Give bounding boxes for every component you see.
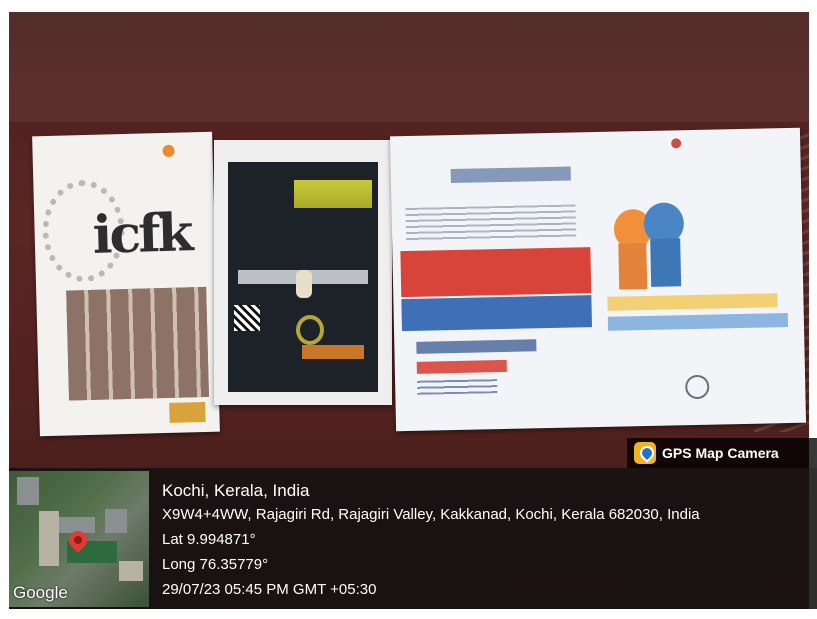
poster-logo-dot (162, 144, 175, 157)
tape-piece (296, 270, 312, 298)
location-title: Kochi, Kerala, India (162, 481, 310, 500)
poster-footer-logo (169, 401, 206, 423)
glass-reflection (9, 12, 809, 122)
toll-free-number-block (416, 359, 507, 374)
google-logo: Google (13, 583, 68, 602)
faces-collage (66, 286, 209, 401)
push-pin (671, 138, 682, 149)
icfk-poster: icfk (32, 131, 220, 437)
cartoon-body-orange (618, 242, 648, 290)
map-building (105, 509, 127, 533)
committee-members-block (405, 204, 577, 243)
welcome-slogan-block (607, 293, 778, 311)
latitude-line: Lat 9.994871° (162, 531, 256, 548)
address-line: X9W4+4WW, Rajagiri Rd, Rajagiri Valley, … (162, 506, 700, 523)
location-stamp: Google Kochi, Kerala, India X9W4+4WW, Ra… (9, 468, 817, 609)
website-block (417, 379, 498, 395)
cartoon-body-blue (650, 238, 682, 287)
icfk-logo: icfk (91, 202, 192, 266)
anti-ragging-awareness-poster (214, 140, 392, 405)
question-mark-graphic (296, 315, 324, 345)
longitude-line: Long 76.35779° (162, 556, 269, 573)
map-building (119, 561, 143, 581)
cell-emblem-icon (685, 374, 710, 400)
photo-frame: icfk GPS Map Camera Google Kochi, Kerala… (0, 0, 817, 619)
anti-ragging-cell-poster (389, 127, 807, 432)
helpline-panel (400, 247, 592, 298)
poster-headline-block (294, 180, 372, 208)
gps-map-camera-icon (634, 442, 656, 464)
qr-code-graphic (234, 305, 260, 331)
map-thumbnail: Google (9, 471, 149, 607)
map-building (17, 477, 39, 505)
poster-title-block (450, 166, 571, 184)
poster-orange-banner (302, 345, 364, 359)
map-road (39, 511, 59, 566)
app-name-label: GPS Map Camera (662, 445, 779, 461)
timestamp-line: 29/07/23 05:45 PM GMT +05:30 (162, 581, 377, 598)
toll-free-heading-block (416, 339, 537, 354)
monitoring-agency-panel (401, 295, 592, 332)
gps-map-camera-badge: GPS Map Camera (627, 438, 817, 468)
ragging-free-campus-block (607, 313, 789, 331)
